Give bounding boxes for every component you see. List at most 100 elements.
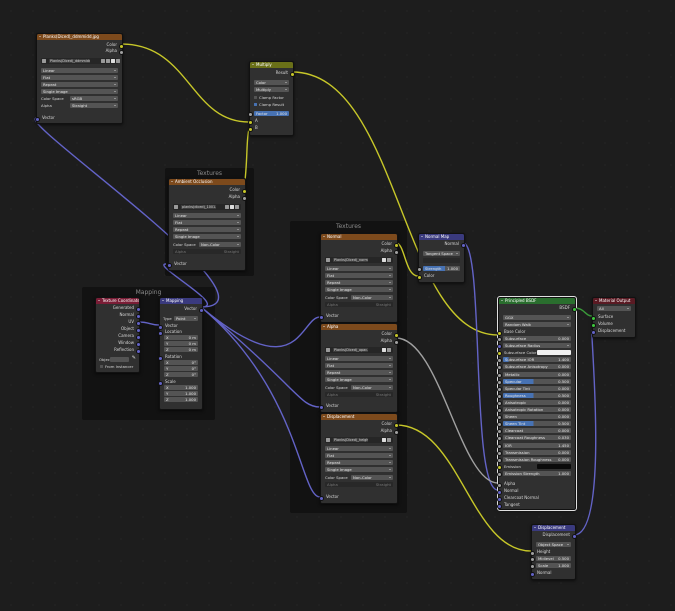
duplicate-icon[interactable] — [106, 59, 110, 63]
socket-displacement-out[interactable] — [572, 534, 577, 539]
folder-icon[interactable] — [230, 205, 234, 209]
socket-displacement-in[interactable] — [591, 330, 596, 335]
socket-scale-in[interactable] — [158, 381, 163, 386]
bsdf-param-socket[interactable] — [497, 408, 502, 413]
socket-vector-in[interactable] — [167, 263, 172, 268]
bsdf-param-field[interactable]: Roughness 0.500 — [503, 392, 571, 398]
blend-mode-dropdown[interactable]: Multiply — [254, 87, 289, 92]
data-type-dropdown[interactable]: Color — [254, 80, 289, 85]
socket-vector-in[interactable] — [319, 496, 324, 501]
socket-vector-in[interactable] — [319, 405, 324, 410]
location-z[interactable]: Z0 m — [164, 347, 198, 352]
socket-normal-in[interactable] — [497, 490, 502, 495]
midlevel-field[interactable]: Midlevel 0.500 — [536, 556, 571, 561]
socket-vector-in[interactable] — [158, 325, 163, 330]
node-normal-map[interactable]: Normal Map Normal Tangent Space Strength… — [417, 233, 466, 283]
socket-midlevel-in[interactable] — [530, 557, 535, 562]
projection-dropdown[interactable]: Flat — [173, 220, 241, 225]
bsdf-param-socket[interactable] — [497, 471, 502, 477]
bsdf-param-socket[interactable] — [497, 436, 502, 442]
node-header[interactable]: Alpha — [321, 324, 397, 330]
node-header[interactable]: Principled BSDF — [499, 298, 575, 304]
source-dropdown[interactable]: Single Image — [325, 467, 393, 472]
target-dropdown[interactable]: All — [597, 306, 631, 311]
shield-icon[interactable] — [225, 205, 229, 209]
image-selector[interactable]: Planks(Diced)_heigh... — [325, 437, 393, 443]
folder-icon[interactable] — [382, 438, 386, 442]
image-name[interactable]: Planks(Diced)_ddmmidd.jpg — [49, 59, 90, 63]
socket-alpha-in[interactable] — [497, 483, 502, 488]
distribution-dropdown[interactable]: GGX — [503, 315, 571, 320]
socket-camera-out[interactable] — [136, 335, 141, 340]
bsdf-param-socket[interactable] — [497, 379, 502, 385]
socket-scale-in[interactable] — [530, 564, 535, 569]
node-header[interactable]: Material Output — [593, 298, 635, 304]
interpolation-dropdown[interactable]: Linear — [173, 213, 241, 218]
scale-x[interactable]: X 1.000 — [164, 385, 198, 390]
node-header[interactable]: Displacement — [532, 525, 575, 531]
bsdf-param-field[interactable]: Specular 0.500 — [503, 378, 571, 384]
node-ao-texture[interactable]: Ambient Occlusion Color Alpha planks(dic… — [167, 178, 247, 271]
socket-height-in[interactable] — [530, 551, 535, 556]
socket-bsdf-out[interactable] — [572, 307, 577, 312]
socket-normal-out[interactable] — [136, 314, 141, 319]
extension-dropdown[interactable]: Repeat — [325, 460, 393, 465]
bsdf-param-field[interactable]: Sheen 0.000 — [503, 414, 571, 420]
source-dropdown[interactable]: Single Image — [173, 234, 241, 239]
close-icon[interactable] — [116, 59, 120, 63]
bsdf-param-socket[interactable] — [497, 443, 502, 449]
socket-clearcoat-normal-in[interactable] — [497, 497, 502, 502]
bsdf-param-field[interactable]: Transmission Roughness 0.000 — [503, 456, 571, 462]
interpolation-dropdown[interactable]: Linear — [325, 266, 393, 271]
socket-color-out[interactable] — [394, 333, 399, 338]
bsdf-param-field[interactable]: Subsurface 0.000 — [503, 336, 571, 341]
socket-tangent-in[interactable] — [497, 504, 502, 509]
bsdf-param-socket[interactable] — [497, 464, 502, 470]
node-displacement[interactable]: Displacement Displacement Object Space H… — [530, 524, 577, 580]
bsdf-param-socket[interactable] — [497, 351, 502, 357]
projection-dropdown[interactable]: Flat — [41, 75, 118, 80]
socket-object-out[interactable] — [136, 328, 141, 333]
socket-base-color-in[interactable] — [497, 331, 502, 336]
socket-surface-in[interactable] — [591, 316, 596, 321]
socket-rotation-in[interactable] — [158, 356, 163, 361]
projection-dropdown[interactable]: Flat — [325, 273, 393, 278]
node-header[interactable]: Normal Map — [419, 234, 464, 240]
bsdf-param-field[interactable]: Anisotropic 0.000 — [503, 399, 571, 405]
from-instancer-checkbox[interactable] — [100, 365, 103, 368]
socket-location-in[interactable] — [158, 331, 163, 336]
folder-icon[interactable] — [382, 258, 386, 262]
socket-alpha-out[interactable] — [119, 50, 124, 55]
extension-dropdown[interactable]: Repeat — [325, 280, 393, 285]
socket-color-in[interactable] — [417, 275, 422, 280]
close-icon[interactable] — [387, 438, 391, 442]
extension-dropdown[interactable]: Repeat — [41, 82, 118, 87]
bsdf-param-field[interactable]: Emission Strength 1.000 — [503, 470, 571, 476]
node-header[interactable]: Texture Coordinate — [96, 298, 139, 304]
socket-normal-in[interactable] — [530, 572, 535, 577]
bsdf-param-socket[interactable] — [497, 386, 502, 392]
clamp-result-checkbox[interactable] — [254, 103, 257, 106]
socket-b-in[interactable] — [248, 127, 253, 132]
bsdf-param-field[interactable]: Subsurface IOR 1.400 — [503, 357, 571, 363]
socket-window-out[interactable] — [136, 342, 141, 347]
color-space-dropdown[interactable]: sRGB — [70, 96, 118, 101]
source-dropdown[interactable]: Single Image — [325, 377, 393, 382]
rotation-z[interactable]: Z 0° — [164, 372, 198, 377]
bsdf-param-socket[interactable] — [497, 344, 502, 350]
socket-color-out[interactable] — [242, 189, 247, 194]
projection-dropdown[interactable]: Flat — [325, 453, 393, 458]
color-space-dropdown[interactable]: Non-Color — [351, 385, 393, 390]
socket-alpha-out[interactable] — [394, 430, 399, 435]
socket-normal-out[interactable] — [461, 243, 466, 248]
close-icon[interactable] — [387, 348, 391, 352]
socket-generated-out[interactable] — [136, 307, 141, 312]
node-principled-bsdf[interactable]: Principled BSDF BSDF GGX Random Walk Bas… — [497, 296, 577, 511]
socket-factor-in[interactable] — [248, 112, 253, 117]
bsdf-param-field[interactable]: Sheen Tint 0.500 — [503, 421, 571, 427]
rotation-y[interactable]: Y 0° — [164, 366, 198, 371]
factor-slider[interactable]: Factor 1.000 — [254, 111, 289, 116]
image-selector[interactable]: Planks(Diced)_ddmmidd.jpg — [41, 58, 120, 64]
bsdf-param-socket[interactable] — [497, 400, 502, 406]
uv-map-selector[interactable] — [423, 258, 460, 263]
